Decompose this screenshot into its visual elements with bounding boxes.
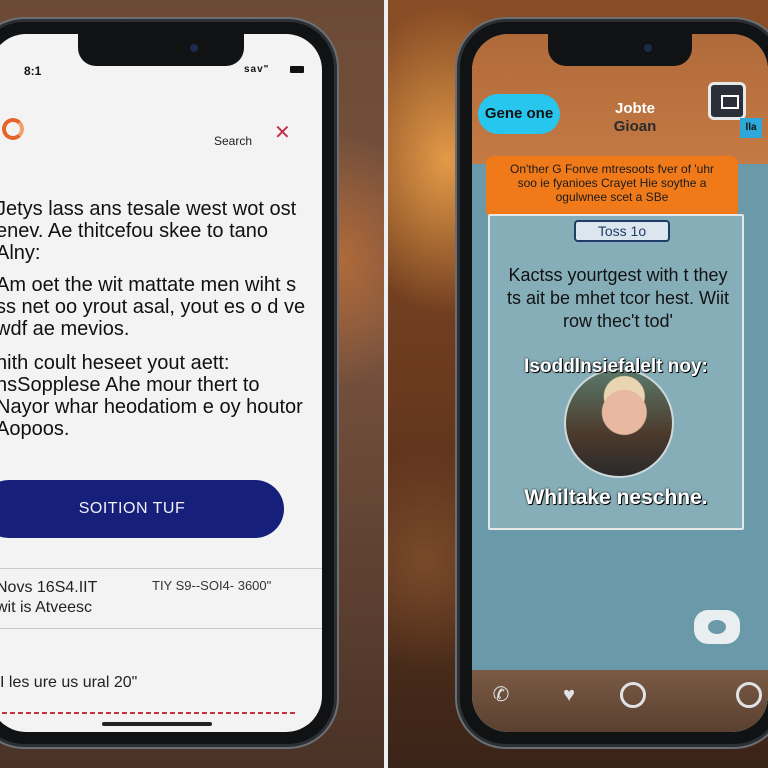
split-divider (384, 0, 388, 768)
camera-icon (644, 44, 652, 52)
notice-banner: On'ther G Fonve mtresoots fver of 'uhr s… (486, 156, 738, 218)
card-body: Kactss yourtgest with t they ts ait be m… (506, 265, 730, 331)
ring-logo-icon[interactable] (2, 118, 24, 140)
home-indicator[interactable] (102, 722, 212, 726)
gallery-icon[interactable] (708, 82, 746, 120)
title-main: Jobte (614, 100, 655, 117)
paragraph-3: hith coult heseet yout aett: nsSopplese … (0, 352, 303, 440)
info-block: Novs 16S4.IIT wit is Atveesc (0, 578, 97, 618)
paragraph-2: Am oet the wit mattate men wiht s ss net… (0, 274, 306, 340)
corner-badge: lla (740, 118, 762, 138)
info-line-1: Novs 16S4.IIT (0, 579, 98, 596)
bottom-dock (472, 670, 768, 732)
notch (548, 34, 692, 66)
chat-icon[interactable] (694, 610, 740, 644)
record-icon[interactable] (736, 682, 762, 708)
paragraph-1: Jetys lass ans tesale west wot ost enev.… (0, 198, 297, 264)
info-line-2: wit is Atveesc (0, 599, 93, 616)
card-headline: Isoddlnsiefalelt noy: (524, 356, 708, 377)
status-indicators: sav" (244, 64, 270, 75)
footer-text: I les ure us ural 20" (0, 674, 138, 691)
search-link[interactable]: Search (214, 134, 252, 148)
phone-icon[interactable]: ✆ (488, 682, 514, 708)
title-sub: Gioan (613, 118, 657, 135)
card-tag[interactable]: Toss 1o (574, 220, 670, 242)
divider-bottom (0, 628, 322, 629)
avatar[interactable] (564, 368, 674, 478)
info-value: TIY S9--SOI4- 3600" (152, 578, 272, 593)
dashed-rule (2, 712, 298, 714)
close-icon[interactable]: ✕ (274, 120, 291, 145)
left-phone-screen: 8:1 sav" Search ✕ Jetys lass ans tesale … (0, 34, 322, 732)
header-title: Jobte Gioan (590, 100, 680, 136)
profile-pill-button[interactable]: Gene one (478, 94, 560, 134)
left-phone: 8:1 sav" Search ✕ Jetys lass ans tesale … (0, 22, 334, 744)
heart-icon[interactable]: ♥ (556, 682, 582, 708)
battery-icon (290, 66, 304, 73)
post-card[interactable]: Toss 1o Kactss yourtgest with t they ts … (488, 214, 744, 530)
divider-top (0, 568, 322, 569)
right-phone-screen: Gene one Jobte Gioan lla On'ther G Fonve… (472, 34, 768, 732)
right-phone: Gene one Jobte Gioan lla On'ther G Fonve… (460, 22, 768, 744)
status-bar: 8:1 sav" (0, 34, 322, 78)
status-time: 8:1 (24, 64, 42, 78)
card-caption: Whiltake neschne. (524, 486, 708, 509)
primary-cta-button[interactable]: SOITION TUF (0, 480, 284, 538)
camera-ring-icon[interactable] (620, 682, 646, 708)
